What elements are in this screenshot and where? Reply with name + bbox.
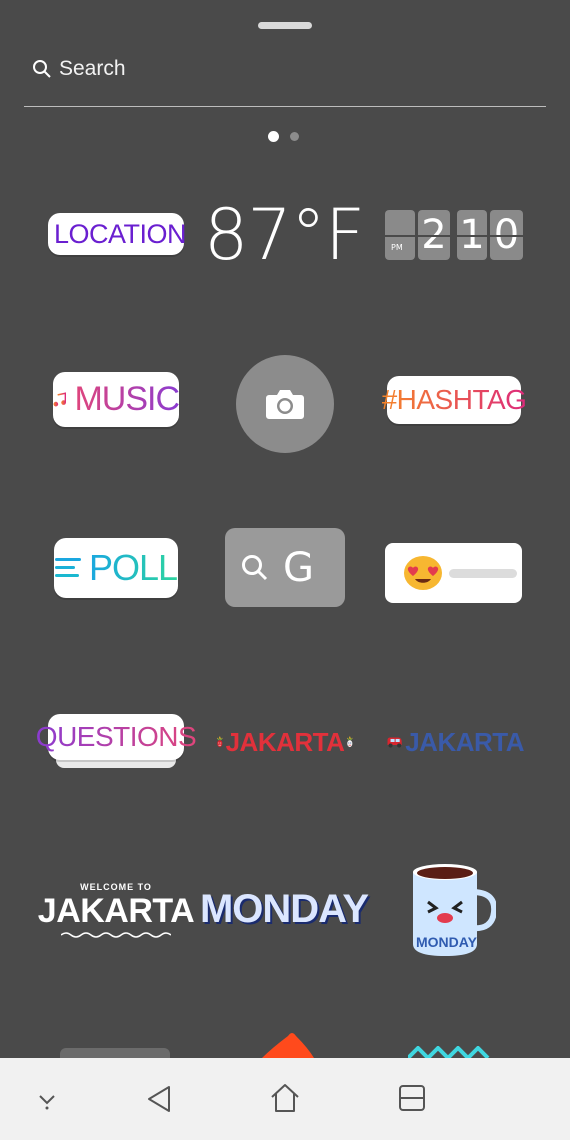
clock-minute-ones: 0	[490, 210, 523, 260]
search-icon	[242, 554, 268, 580]
mug-label: MONDAY	[416, 934, 477, 950]
camera-sticker[interactable]	[236, 355, 334, 453]
recents-icon[interactable]	[398, 1084, 426, 1112]
ondel-ondel-mask-icon	[347, 736, 353, 748]
poll-lines-icon	[54, 558, 81, 577]
ondel-ondel-mask-icon	[217, 736, 223, 748]
search-icon	[33, 60, 51, 78]
slider-track[interactable]	[449, 568, 517, 578]
jakarta-sticker-blue[interactable]: JAKARTA	[386, 724, 524, 760]
gif-search-sticker[interactable]: G	[225, 528, 345, 607]
questions-sticker[interactable]: QUESTIONS	[36, 714, 197, 768]
home-icon[interactable]	[269, 1082, 301, 1114]
clock-period-label: PM	[391, 243, 403, 252]
search-placeholder: Search	[59, 57, 126, 80]
poll-sticker[interactable]: POLL	[54, 538, 178, 598]
monday-text-sticker[interactable]: MONDAY	[200, 884, 369, 934]
ornament-border-icon	[61, 931, 171, 938]
search-bar[interactable]: Search	[24, 52, 546, 107]
temperature-value: 87°F	[203, 194, 365, 276]
monday-label: MONDAY	[199, 886, 369, 931]
temperature-sticker[interactable]: 87°F	[204, 194, 365, 276]
welcome-big-label: JAKARTA	[37, 891, 195, 930]
questions-label: QUESTIONS	[35, 721, 197, 752]
jakarta-red-label: JAKARTA	[225, 726, 345, 757]
jakarta-sticker-red[interactable]: JAKARTA	[216, 722, 354, 762]
drag-handle[interactable]	[258, 22, 312, 29]
partial-sticker-right[interactable]	[408, 1046, 492, 1058]
system-navigation-bar	[0, 1058, 570, 1140]
welcome-to-jakarta-sticker[interactable]: WELCOME TO JAKARTA	[38, 880, 195, 940]
page-indicator-active	[268, 131, 279, 142]
clock-minute-tens: 1	[457, 210, 487, 260]
hashtag-sticker[interactable]: #HASHTAG	[382, 376, 527, 424]
clock-period: PM	[385, 210, 415, 260]
location-label: LOCATION	[54, 218, 187, 249]
partial-sticker-left[interactable]	[60, 1048, 170, 1058]
poll-label: POLL	[88, 547, 178, 588]
camera-icon	[266, 390, 304, 419]
gif-letter: G	[283, 544, 314, 591]
emoji-slider-sticker[interactable]	[385, 543, 522, 603]
jakarta-blue-label: JAKARTA	[405, 726, 524, 757]
page-indicator-inactive	[290, 132, 299, 141]
back-icon[interactable]	[146, 1084, 172, 1114]
music-label: MUSIC	[74, 380, 180, 418]
music-sticker[interactable]: MUSIC	[53, 372, 180, 427]
welcome-small-label: WELCOME TO	[80, 881, 152, 892]
clock-sticker[interactable]: PM 2 1 0	[385, 210, 523, 260]
location-sticker[interactable]: LOCATION	[48, 213, 187, 255]
clock-hour: 2	[418, 210, 450, 260]
music-note-icon	[53, 391, 67, 406]
heart-eyes-emoji-icon	[404, 556, 442, 590]
bajaj-vehicle-icon	[387, 737, 402, 748]
questions-sticker-card: QUESTIONS	[36, 714, 197, 760]
hide-keyboard-icon[interactable]	[36, 1090, 58, 1110]
monday-mug-sticker[interactable]: MONDAY	[410, 862, 498, 958]
hashtag-label: #HASHTAG	[381, 384, 527, 415]
partial-sticker-flame[interactable]	[262, 1030, 314, 1058]
